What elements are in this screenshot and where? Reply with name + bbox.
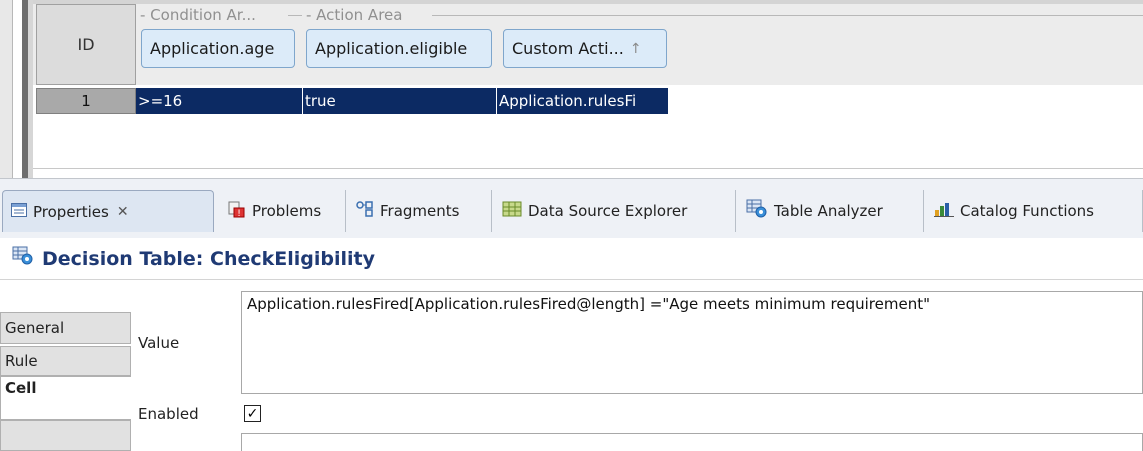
tab-label: Fragments [380, 202, 460, 220]
tab-data-source-explorer[interactable]: Data Source Explorer [494, 190, 736, 232]
properties-icon [11, 202, 27, 221]
up-arrow-icon: ↑ [629, 40, 642, 57]
table-analyzer-icon [746, 199, 768, 223]
side-tab-general[interactable]: General [0, 312, 131, 344]
column-header-application-age[interactable]: Application.age [141, 29, 295, 68]
tab-properties[interactable]: Properties ✕ [2, 190, 214, 232]
tab-label: Table Analyzer [774, 202, 883, 220]
tab-catalog-functions[interactable]: Catalog Functions [926, 190, 1143, 232]
tab-table-analyzer[interactable]: Table Analyzer [738, 190, 924, 232]
condition-area-line [288, 15, 302, 16]
decision-table-icon [12, 246, 34, 271]
side-tab-empty [0, 420, 131, 451]
editor-left-gutter [0, 0, 13, 178]
value-field[interactable]: Application.rulesFired[Application.rules… [241, 291, 1143, 394]
table-cell-application-age[interactable]: >=16 [136, 88, 303, 114]
close-icon[interactable]: ✕ [117, 204, 129, 220]
column-header-label: Application.age [150, 39, 275, 58]
problems-icon: ! [228, 200, 246, 222]
row-id-cell[interactable]: 1 [36, 88, 136, 114]
tab-fragments[interactable]: Fragments [348, 190, 492, 232]
enabled-checkbox[interactable]: ✓ [244, 405, 261, 422]
svg-text:!: ! [237, 209, 241, 218]
action-area-label: - Action Area [306, 6, 403, 24]
page-title: Decision Table: CheckEligibility [42, 247, 375, 270]
tab-label: Data Source Explorer [528, 202, 688, 220]
side-tab-label: General [5, 319, 65, 337]
decision-table-editor: ID - Condition Ar... - Action Area Appli… [0, 0, 1143, 178]
properties-title-bar: Decision Table: CheckEligibility [0, 238, 1143, 280]
tab-label: Properties [33, 202, 109, 221]
data-source-explorer-icon [502, 200, 522, 222]
value-label: Value [138, 334, 180, 352]
fragments-icon [356, 201, 374, 221]
side-tab-label: Cell [5, 379, 37, 397]
column-header-application-eligible[interactable]: Application.eligible [306, 29, 492, 68]
properties-side-tabs: General Rule Cell [0, 280, 131, 451]
tab-label: Problems [252, 202, 322, 220]
catalog-functions-icon [934, 201, 954, 221]
action-area-line [432, 15, 1143, 16]
table-cell-application-eligible[interactable]: true [303, 88, 497, 114]
column-header-label: Application.eligible [315, 39, 468, 58]
enabled-label: Enabled [138, 405, 199, 423]
column-header-label: Custom Acti... [512, 39, 624, 58]
column-header-custom-action[interactable]: Custom Acti... ↑ [503, 29, 667, 68]
tab-label: Catalog Functions [960, 202, 1094, 220]
side-tab-cell[interactable]: Cell [0, 376, 131, 420]
tab-problems[interactable]: ! Problems [220, 190, 346, 232]
id-column-header[interactable]: ID [36, 4, 136, 85]
table-cell-custom-action[interactable]: Application.rulesFi [497, 88, 669, 114]
editor-bottom-separator [33, 168, 1143, 169]
side-tab-rule[interactable]: Rule [0, 346, 131, 376]
lower-field[interactable] [241, 433, 1143, 451]
side-tab-label: Rule [5, 352, 38, 370]
condition-area-label: - Condition Ar... [140, 6, 256, 24]
